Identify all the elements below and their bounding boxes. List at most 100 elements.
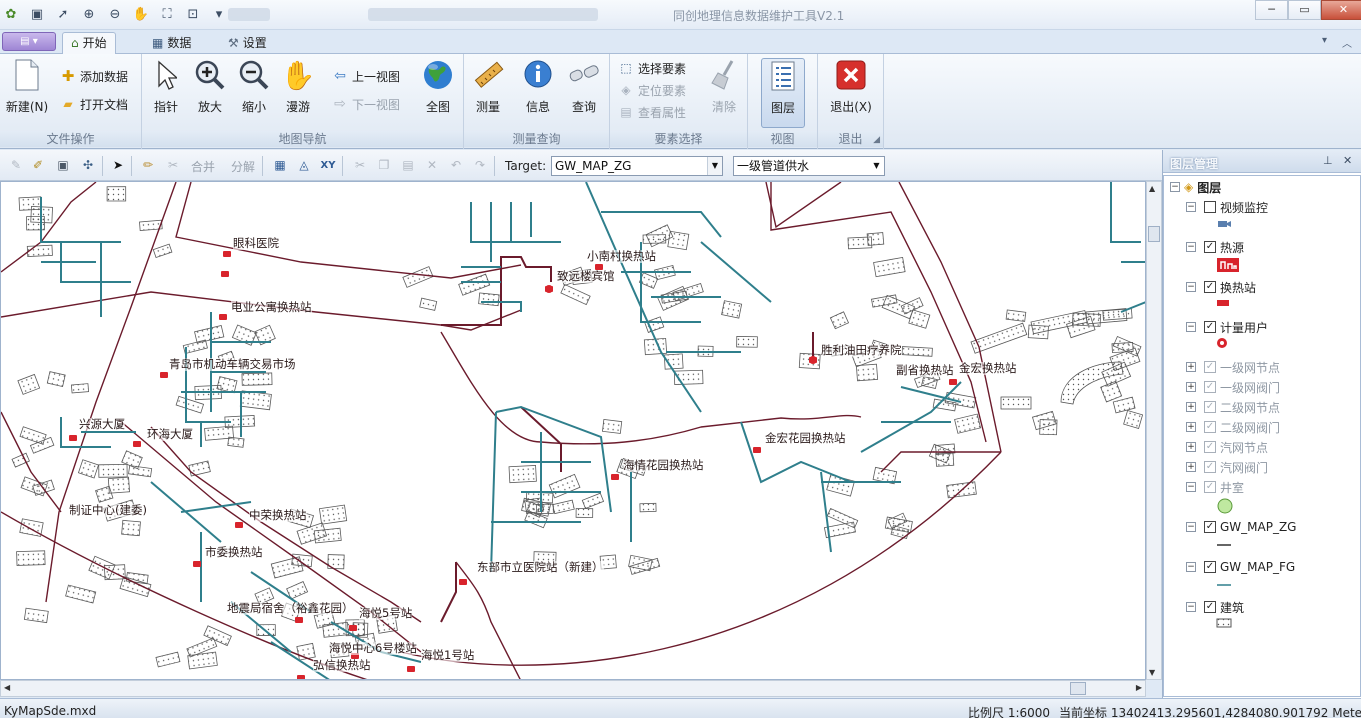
layer-visibility-checkbox[interactable]: ✓: [1204, 241, 1216, 253]
expand-icon[interactable]: +: [1186, 382, 1196, 392]
layer-visibility-checkbox[interactable]: ✓: [1204, 421, 1216, 433]
layer-row[interactable]: − ✓ 计量用户: [1186, 318, 1268, 336]
heat-station-marker[interactable]: [219, 314, 227, 320]
add-data-button[interactable]: ✚ 添加数据: [60, 66, 128, 86]
layer-visibility-checkbox[interactable]: [1204, 201, 1216, 213]
zoom-in-icon[interactable]: ⊕: [80, 5, 98, 23]
delete-icon[interactable]: ✕: [424, 157, 440, 173]
info-button[interactable]: 信息: [518, 58, 558, 128]
collapse-icon[interactable]: −: [1186, 282, 1196, 292]
redo-icon[interactable]: ↷: [472, 157, 488, 173]
layer-visibility-checkbox[interactable]: ✓: [1204, 481, 1216, 493]
meter-user-marker[interactable]: [545, 285, 553, 293]
heat-station-marker[interactable]: [407, 666, 415, 672]
subtype-select[interactable]: 一级管道供水 ▼: [733, 156, 885, 176]
layer-visibility-checkbox[interactable]: ✓: [1204, 381, 1216, 393]
layer-row[interactable]: − ✓ 换热站: [1186, 278, 1256, 296]
pan-button[interactable]: ✋ 漫游: [278, 58, 318, 128]
app-menu-button[interactable]: ▤ ▾: [2, 32, 56, 51]
copy-icon[interactable]: ❐: [376, 157, 392, 173]
layer-row[interactable]: − 视频监控: [1186, 198, 1268, 216]
identify-icon[interactable]: ⊡: [184, 5, 202, 23]
layer-visibility-checkbox[interactable]: ✓: [1204, 461, 1216, 473]
scroll-thumb[interactable]: [1070, 682, 1086, 695]
full-extent-button[interactable]: 全图: [418, 58, 458, 128]
meter-user-marker[interactable]: [809, 356, 817, 364]
tab-settings[interactable]: ⚒ 设置: [220, 32, 275, 54]
layer-row[interactable]: + ✓ 汽网阀门: [1186, 458, 1268, 476]
attribute-table-icon[interactable]: ▦: [272, 157, 288, 173]
new-button[interactable]: 新建(N): [4, 58, 50, 128]
tab-home[interactable]: ⌂ 开始: [62, 32, 116, 54]
measure-button[interactable]: 测量: [468, 58, 508, 128]
scroll-left-icon[interactable]: ◀: [4, 683, 10, 692]
zoom-out-button[interactable]: 缩小: [234, 58, 274, 128]
sketch-tool-icon[interactable]: ✐: [30, 157, 46, 173]
layer-row[interactable]: − ✓ 井室: [1186, 478, 1244, 496]
collapse-icon[interactable]: −: [1186, 482, 1196, 492]
layers-button[interactable]: 图层: [761, 58, 805, 128]
undo-icon[interactable]: ↶: [448, 157, 464, 173]
expand-icon[interactable]: +: [1186, 442, 1196, 452]
view-attributes-button[interactable]: ▤ 查看属性: [618, 102, 686, 122]
collapse-icon[interactable]: −: [1186, 202, 1196, 212]
scroll-down-icon[interactable]: ▼: [1149, 668, 1155, 677]
minimize-button[interactable]: ─: [1255, 0, 1288, 20]
cut-line-icon[interactable]: ✂: [165, 157, 181, 173]
close-panel-icon[interactable]: ✕: [1343, 154, 1352, 167]
dialog-launcher-icon[interactable]: ◢: [873, 135, 880, 145]
layer-visibility-checkbox[interactable]: ✓: [1204, 601, 1216, 613]
layer-visibility-checkbox[interactable]: ✓: [1204, 401, 1216, 413]
save-icon[interactable]: ▣: [28, 5, 46, 23]
layer-row[interactable]: + ✓ 汽网节点: [1186, 438, 1268, 456]
layer-visibility-checkbox[interactable]: ✓: [1204, 361, 1216, 373]
layer-row[interactable]: + ✓ 一级网节点: [1186, 358, 1280, 376]
close-button[interactable]: ✕: [1321, 0, 1361, 20]
layer-row[interactable]: + ✓ 二级网节点: [1186, 398, 1280, 416]
edit-pen-icon[interactable]: ✎: [8, 157, 24, 173]
expand-icon[interactable]: +: [1186, 462, 1196, 472]
split-button[interactable]: 分解: [231, 158, 255, 175]
layer-visibility-checkbox[interactable]: ✓: [1204, 321, 1216, 333]
ribbon-options-icon[interactable]: ▾: [1322, 35, 1327, 46]
heat-station-marker[interactable]: [223, 251, 231, 257]
save-edits-icon[interactable]: ▣: [55, 157, 71, 173]
layer-row[interactable]: − ✓ 热源: [1186, 238, 1244, 256]
heat-station-marker[interactable]: [69, 435, 77, 441]
target-layer-select[interactable]: GW_MAP_ZG ▼: [551, 156, 723, 176]
collapse-icon[interactable]: −: [1186, 522, 1196, 532]
app-logo-icon[interactable]: ✿: [2, 5, 20, 23]
pointer-icon[interactable]: ➚: [54, 5, 72, 23]
pointer-button[interactable]: 指针: [146, 58, 186, 128]
next-view-button[interactable]: ⇨ 下一视图: [332, 94, 400, 114]
merge-button[interactable]: 合并: [191, 158, 215, 175]
map-vertical-scrollbar[interactable]: ▲ ▼: [1146, 181, 1162, 680]
expand-icon[interactable]: +: [1186, 402, 1196, 412]
pan-icon[interactable]: ✋: [132, 5, 150, 23]
full-extent-icon[interactable]: ⛶: [158, 5, 176, 23]
draw-pencil-icon[interactable]: ✏: [140, 157, 156, 173]
heat-station-marker[interactable]: [349, 625, 357, 631]
edit-pointer-icon[interactable]: ➤: [110, 157, 126, 173]
heat-station-marker[interactable]: [295, 617, 303, 623]
layer-visibility-checkbox[interactable]: ✓: [1204, 561, 1216, 573]
open-document-button[interactable]: ▰ 打开文档: [60, 94, 128, 114]
map-canvas[interactable]: 眼科医院 小南村换热站 致远楼宾馆 电业公寓换热站 青岛市机动车辆交易市场 胜利油田疗养院…: [0, 181, 1146, 680]
heat-station-marker[interactable]: [235, 522, 243, 528]
layer-row[interactable]: + ✓ 二级网阀门: [1186, 418, 1280, 436]
heat-station-marker[interactable]: [949, 379, 957, 385]
scroll-up-icon[interactable]: ▲: [1149, 184, 1155, 193]
edit-vertices-icon[interactable]: ✣: [80, 157, 96, 173]
scroll-right-icon[interactable]: ▶: [1136, 683, 1142, 692]
collapse-icon[interactable]: −: [1170, 182, 1180, 192]
clear-selection-button[interactable]: 清除: [704, 58, 744, 128]
layer-root-row[interactable]: − ◈ 图层: [1170, 178, 1221, 196]
heat-station-marker[interactable]: [753, 447, 761, 453]
layer-visibility-checkbox[interactable]: ✓: [1204, 521, 1216, 533]
layer-row[interactable]: − ✓ GW_MAP_ZG: [1186, 518, 1296, 536]
zoom-in-button[interactable]: 放大: [190, 58, 230, 128]
cut-icon[interactable]: ✂: [352, 157, 368, 173]
heat-station-marker[interactable]: [193, 561, 201, 567]
tab-data[interactable]: ▦ 数据: [144, 32, 199, 54]
select-features-button[interactable]: ⬚ 选择要素: [618, 58, 686, 78]
